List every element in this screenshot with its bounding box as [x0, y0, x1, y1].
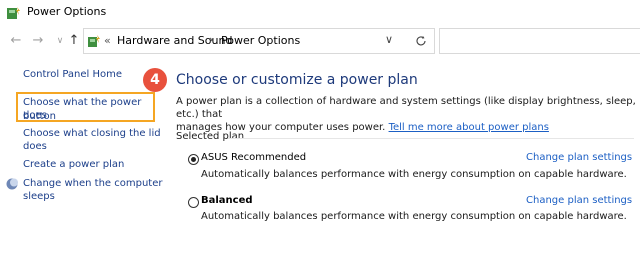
plan-radio-balanced[interactable]: [188, 197, 199, 208]
address-bar: ← → ∨ ↑ « Hardware and Sound › Power Opt…: [0, 26, 640, 56]
search-input[interactable]: [439, 28, 640, 54]
address-prefix[interactable]: «: [104, 34, 111, 47]
selected-plan-label: Selected plan: [176, 131, 245, 142]
sidebar: Control Panel Home Choose what the power…: [0, 56, 165, 271]
breadcrumb-power-options[interactable]: Power Options: [221, 34, 300, 47]
sidebar-item-create-power-plan[interactable]: Create a power plan: [23, 158, 124, 172]
title-bar: Power Options: [0, 0, 640, 26]
intro-text: A power plan is a collection of hardware…: [176, 95, 636, 134]
breadcrumb-hardware-and-sound[interactable]: Hardware and Sound: [117, 34, 232, 47]
plan-desc-asus: Automatically balances performance with …: [201, 169, 627, 180]
address-field[interactable]: « Hardware and Sound › Power Options ∨: [83, 28, 410, 54]
window-title: Power Options: [27, 5, 107, 18]
sidebar-item-power-button-line2[interactable]: does: [23, 109, 47, 123]
plan-radio-asus[interactable]: [188, 154, 199, 165]
refresh-icon: [416, 36, 426, 46]
plan-name-balanced[interactable]: Balanced: [201, 195, 253, 206]
section-divider: [228, 138, 634, 139]
plan-desc-balanced: Automatically balances performance with …: [201, 211, 627, 222]
sidebar-item-sleep-line2[interactable]: sleeps: [23, 190, 55, 204]
up-arrow-icon[interactable]: ↑: [66, 33, 82, 49]
moon-icon: [6, 178, 18, 190]
back-arrow-icon[interactable]: ←: [8, 33, 24, 49]
sidebar-item-lid-line1[interactable]: Choose what closing the lid: [23, 127, 161, 141]
control-panel-icon: [88, 35, 100, 47]
breadcrumb-chevron-icon[interactable]: ›: [209, 33, 213, 46]
page-title: Choose or customize a power plan: [176, 72, 418, 88]
main-content: Choose or customize a power plan A power…: [170, 56, 640, 271]
power-options-icon: [7, 7, 20, 19]
sidebar-item-lid-line2[interactable]: does: [23, 140, 47, 154]
address-dropdown-chevron-icon[interactable]: ∨: [385, 33, 393, 46]
forward-arrow-icon[interactable]: →: [30, 33, 46, 49]
sidebar-item-control-panel-home[interactable]: Control Panel Home: [23, 68, 122, 82]
step-number-badge: 4: [143, 68, 167, 92]
change-plan-settings-link-balanced[interactable]: Change plan settings: [526, 195, 632, 206]
change-plan-settings-link-asus[interactable]: Change plan settings: [526, 152, 632, 163]
refresh-button[interactable]: [408, 28, 435, 54]
power-plans-help-link[interactable]: Tell me more about power plans: [389, 122, 549, 133]
intro-line1: A power plan is a collection of hardware…: [176, 96, 636, 120]
sidebar-item-sleep-line1[interactable]: Change when the computer: [23, 177, 162, 191]
plan-name-asus[interactable]: ASUS Recommended: [201, 152, 306, 163]
